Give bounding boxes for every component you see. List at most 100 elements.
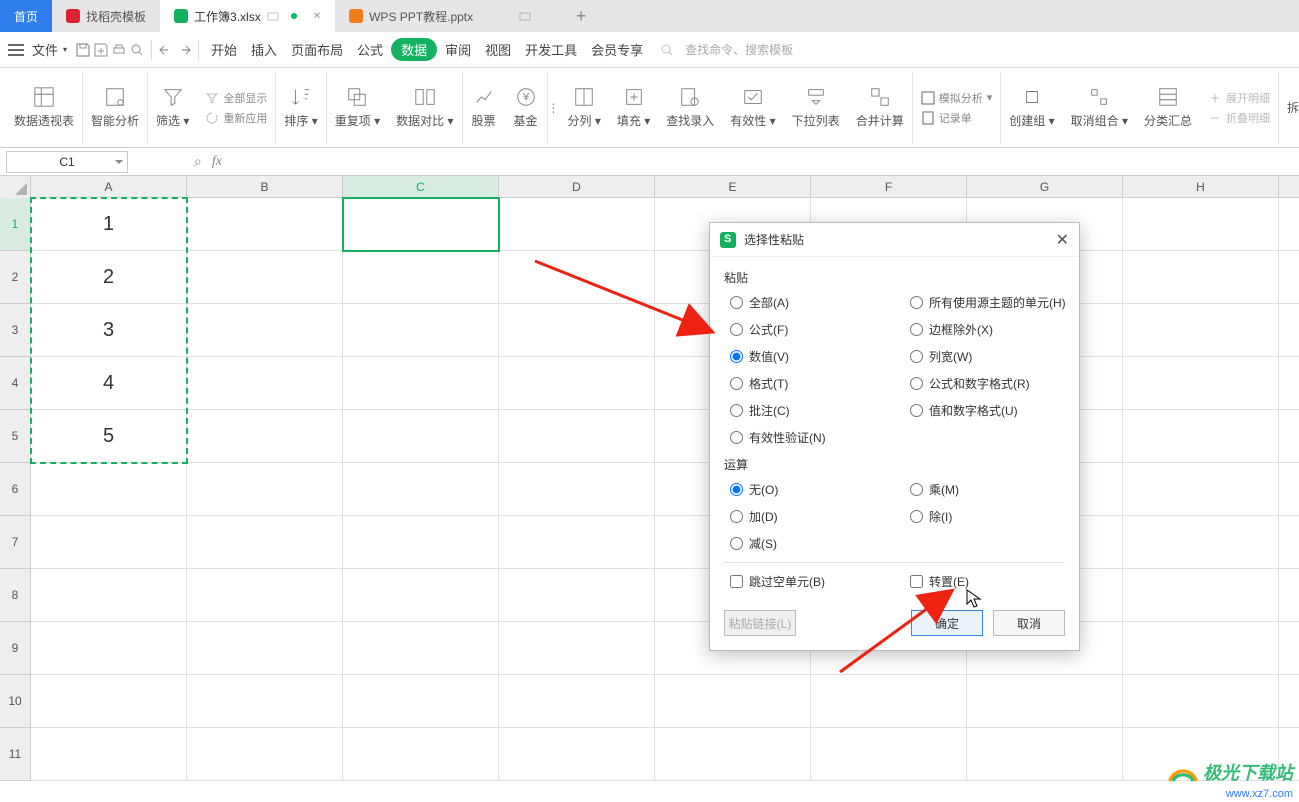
ribbon-filter[interactable]: 筛选 ▾ — [148, 72, 197, 144]
ribbon-smart[interactable]: 智能分析 — [83, 72, 148, 144]
save-icon[interactable] — [75, 42, 91, 58]
ribbon-fund[interactable]: ¥基金 — [505, 72, 548, 144]
menu-review[interactable]: 审阅 — [439, 36, 477, 63]
ribbon-dup[interactable]: 重复项 ▾ — [327, 72, 388, 144]
row-7[interactable]: 7 — [0, 516, 30, 569]
radio-valid[interactable]: 有效性验证(N) — [730, 429, 910, 446]
cancel-button[interactable]: 取消 — [993, 610, 1065, 636]
close-icon[interactable]: ✕ — [1056, 230, 1069, 250]
row-6[interactable]: 6 — [0, 463, 30, 516]
row-10[interactable]: 10 — [0, 675, 30, 728]
preview-icon[interactable] — [129, 42, 145, 58]
ribbon-ungroup[interactable]: 取消组合 ▾ — [1063, 72, 1136, 144]
menu-view[interactable]: 视图 — [479, 36, 517, 63]
row-5[interactable]: 5 — [0, 410, 30, 463]
radio-format[interactable]: 格式(T) — [730, 375, 910, 392]
ribbon-show-all[interactable]: 全部显示 — [205, 90, 267, 106]
row-9[interactable]: 9 — [0, 622, 30, 675]
radio-op-add[interactable]: 加(D) — [730, 508, 910, 525]
menu-formula[interactable]: 公式 — [351, 36, 389, 63]
cell-A2[interactable]: 2 — [31, 251, 187, 304]
close-tab-icon[interactable]: ✕ — [313, 11, 321, 22]
ribbon-sim[interactable]: 模拟分析 ▾ — [921, 90, 993, 106]
menu-member[interactable]: 会员专享 — [585, 36, 649, 63]
search-icon[interactable] — [659, 42, 675, 58]
menu-layout[interactable]: 页面布局 — [285, 36, 349, 63]
radio-comment[interactable]: 批注(C) — [730, 402, 910, 419]
checkbox-transpose[interactable]: 转置(E) — [910, 573, 1090, 590]
dialog-titlebar[interactable]: 选择性粘贴 ✕ — [710, 223, 1079, 257]
menu-file[interactable]: 文件▾ — [26, 36, 73, 63]
cell-A1[interactable]: 1 — [31, 198, 187, 251]
radio-valnum[interactable]: 值和数字格式(U) — [910, 402, 1090, 419]
col-A[interactable]: A — [31, 176, 187, 198]
redo-icon[interactable] — [176, 42, 192, 58]
col-G[interactable]: G — [967, 176, 1123, 198]
ribbon-subtotal[interactable]: 分类汇总 — [1136, 72, 1200, 144]
radio-all[interactable]: 全部(A) — [730, 294, 910, 311]
print-icon[interactable] — [111, 42, 127, 58]
undo-icon[interactable] — [158, 42, 174, 58]
ribbon-splitcol[interactable]: 拆分 — [1279, 72, 1299, 144]
row-8[interactable]: 8 — [0, 569, 30, 622]
ribbon-collapse[interactable]: 折叠明细 — [1208, 110, 1270, 126]
ribbon-split[interactable]: 分列 ▾ — [560, 72, 609, 144]
row-11[interactable]: 11 — [0, 728, 30, 781]
col-B[interactable]: B — [187, 176, 343, 198]
ribbon-compare[interactable]: 数据对比 ▾ — [388, 72, 462, 144]
menu-data[interactable]: 数据 — [391, 38, 437, 61]
ok-button[interactable]: 确定 — [911, 610, 983, 636]
col-D[interactable]: D — [499, 176, 655, 198]
col-H[interactable]: H — [1123, 176, 1279, 198]
col-E[interactable]: E — [655, 176, 811, 198]
ribbon-dropdown[interactable]: 下拉列表 — [784, 72, 848, 144]
radio-theme[interactable]: 所有使用源主题的单元(H) — [910, 294, 1090, 311]
fx-icon[interactable]: fx — [212, 154, 222, 170]
cells-area[interactable]: 1 2 3 4 5 — [31, 198, 1299, 781]
ribbon-expand[interactable]: 展开明细 — [1208, 90, 1270, 106]
radio-value[interactable]: 数值(V) — [730, 348, 910, 365]
radio-op-none[interactable]: 无(O) — [730, 481, 910, 498]
radio-width[interactable]: 列宽(W) — [910, 348, 1090, 365]
ribbon-group[interactable]: 创建组 ▾ — [1001, 72, 1062, 144]
tab-ppt[interactable]: WPS PPT教程.pptx — [335, 0, 561, 32]
checkbox-skip-blanks[interactable]: 跳过空单元(B) — [730, 573, 910, 590]
col-C[interactable]: C — [343, 176, 499, 198]
new-tab-button[interactable]: + — [561, 0, 601, 32]
radio-op-mul[interactable]: 乘(M) — [910, 481, 1090, 498]
ribbon-lookup[interactable]: 查找录入 — [658, 72, 722, 144]
cell-A4[interactable]: 4 — [31, 357, 187, 410]
search-input[interactable]: 查找命令、搜索模板 — [685, 41, 793, 58]
select-all-corner[interactable] — [0, 176, 31, 198]
radio-border[interactable]: 边框除外(X) — [910, 321, 1090, 338]
ribbon-consolidate[interactable]: 合并计算 — [848, 72, 913, 144]
cell-A5[interactable]: 5 — [31, 410, 187, 463]
ribbon-more[interactable]: ⋮ — [548, 72, 560, 144]
ribbon-stock[interactable]: 股票 — [463, 72, 505, 144]
ribbon-sort[interactable]: 排序 ▾ — [276, 72, 326, 144]
spreadsheet-grid[interactable]: A B C D E F G H 1 2 3 4 5 6 7 8 9 10 11 … — [0, 176, 1299, 801]
ribbon-validate[interactable]: 有效性 ▾ — [722, 72, 783, 144]
name-box[interactable]: C1 — [6, 151, 128, 173]
cell-A3[interactable]: 3 — [31, 304, 187, 357]
zoom-icon[interactable]: ⌕ — [194, 153, 202, 170]
radio-formula[interactable]: 公式(F) — [730, 321, 910, 338]
radio-fmtnum[interactable]: 公式和数字格式(R) — [910, 375, 1090, 392]
menu-start[interactable]: 开始 — [205, 36, 243, 63]
col-F[interactable]: F — [811, 176, 967, 198]
radio-op-sub[interactable]: 减(S) — [730, 535, 910, 552]
menu-insert[interactable]: 插入 — [245, 36, 283, 63]
row-1[interactable]: 1 — [0, 198, 30, 251]
tab-home[interactable]: 首页 — [0, 0, 52, 32]
hamburger-icon[interactable] — [8, 44, 24, 56]
ribbon-fill[interactable]: 填充 ▾ — [609, 72, 658, 144]
row-2[interactable]: 2 — [0, 251, 30, 304]
ribbon-record[interactable]: 记录单 — [921, 110, 972, 126]
menu-dev[interactable]: 开发工具 — [519, 36, 583, 63]
ribbon-reapply[interactable]: 重新应用 — [205, 110, 267, 126]
tab-templates[interactable]: 找稻壳模板 — [52, 0, 160, 32]
ribbon-pivot[interactable]: 数据透视表 — [6, 72, 83, 144]
save-as-icon[interactable] — [93, 42, 109, 58]
row-3[interactable]: 3 — [0, 304, 30, 357]
tab-workbook[interactable]: 工作簿3.xlsx ✕ — [160, 0, 335, 32]
